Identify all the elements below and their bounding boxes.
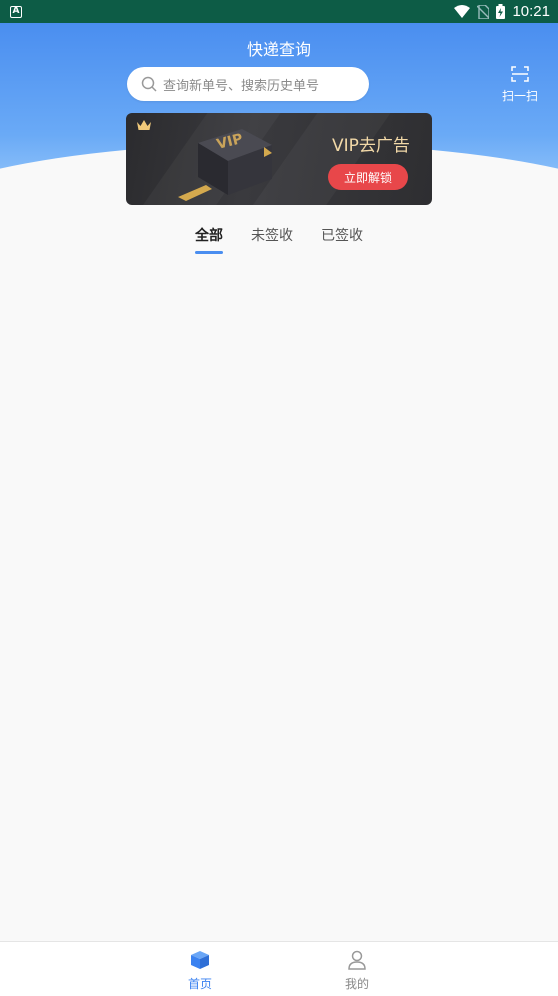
page-title: 快递查询	[246, 40, 311, 59]
scan-label: 扫一扫	[501, 89, 538, 103]
notification-a-icon: A	[10, 5, 22, 18]
search-placeholder: 查询新单号、搜索历史单号	[163, 78, 320, 94]
nav-mine[interactable]: 我的	[337, 950, 377, 992]
vip-box-illustration: VIP	[178, 129, 272, 201]
vip-banner[interactable]: VIP VIP去广告 立即解锁	[126, 113, 432, 205]
vip-headline: VIP去广告	[332, 136, 410, 156]
no-sim-icon	[477, 4, 490, 19]
tab-signed[interactable]: 已签收	[321, 224, 363, 260]
nav-home[interactable]: 首页	[180, 950, 220, 992]
status-bar: A 10:21	[0, 0, 558, 23]
package-icon	[191, 951, 209, 969]
scan-icon	[511, 66, 529, 82]
person-icon	[348, 950, 366, 970]
filter-tabs: 全部 未签收 已签收	[0, 224, 558, 260]
battery-icon	[496, 4, 506, 19]
search-icon	[141, 76, 157, 92]
nav-home-label: 首页	[187, 977, 212, 991]
search-input[interactable]: 查询新单号、搜索历史单号	[127, 67, 369, 101]
crown-icon	[137, 120, 151, 130]
tab-all[interactable]: 全部	[195, 224, 223, 260]
wifi-icon	[454, 5, 471, 18]
unlock-button[interactable]: 立即解锁	[328, 164, 408, 190]
bottom-nav: 首页 我的	[0, 941, 558, 996]
nav-mine-label: 我的	[344, 977, 369, 991]
tab-unsigned[interactable]: 未签收	[251, 224, 293, 260]
scan-button[interactable]: 扫一扫	[498, 66, 542, 104]
status-time: 10:21	[512, 3, 550, 20]
